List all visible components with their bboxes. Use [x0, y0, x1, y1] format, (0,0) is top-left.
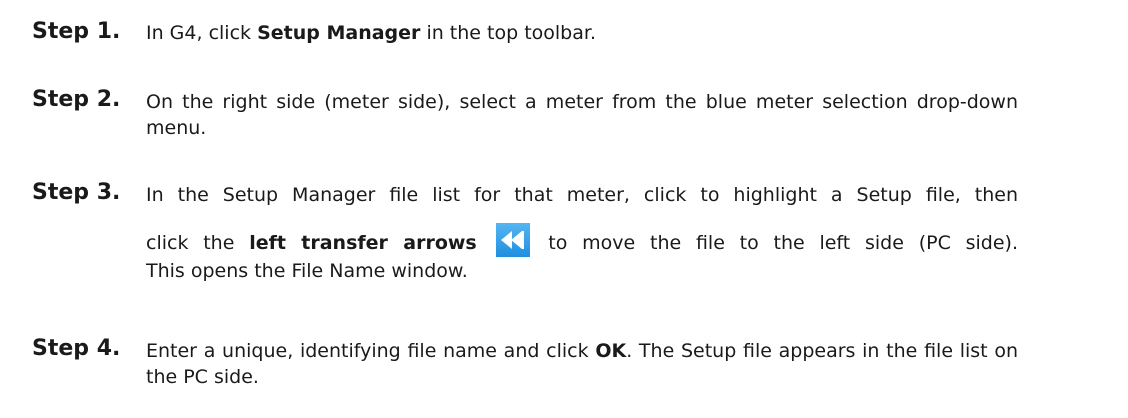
step-1-text: In G4, click Setup Manager in the top to… — [146, 20, 1018, 46]
step-4-pre: Enter a unique, identifying file name an… — [146, 340, 596, 362]
step-1-pre: In G4, click — [146, 22, 258, 44]
step-4-label: Step 4. — [32, 336, 121, 361]
setup-manager-bold: Setup Manager — [257, 22, 421, 44]
left-transfer-arrows-bold: left transfer arrows — [249, 232, 477, 254]
step-2-label: Step 2. — [32, 87, 121, 112]
step-3-line-2-pre: click the — [146, 232, 250, 254]
step-1-label: Step 1. — [32, 19, 121, 44]
ok-bold: OK — [595, 340, 627, 362]
step-2-text: On the right side (meter side), select a… — [146, 91, 1018, 139]
step-1-post: in the top toolbar. — [420, 22, 596, 44]
step-4-text: Enter a unique, identifying file name an… — [146, 338, 1018, 390]
step-3-line-1: In the Setup Manager file list for that … — [146, 184, 1018, 206]
step-3-line-2-post: to move the file to the left side (PC si… — [533, 232, 1018, 254]
step-3-label: Step 3. — [32, 180, 121, 205]
step-3-text: In the Setup Manager file list for that … — [146, 182, 1018, 284]
rewind-arrows-icon — [495, 222, 530, 257]
